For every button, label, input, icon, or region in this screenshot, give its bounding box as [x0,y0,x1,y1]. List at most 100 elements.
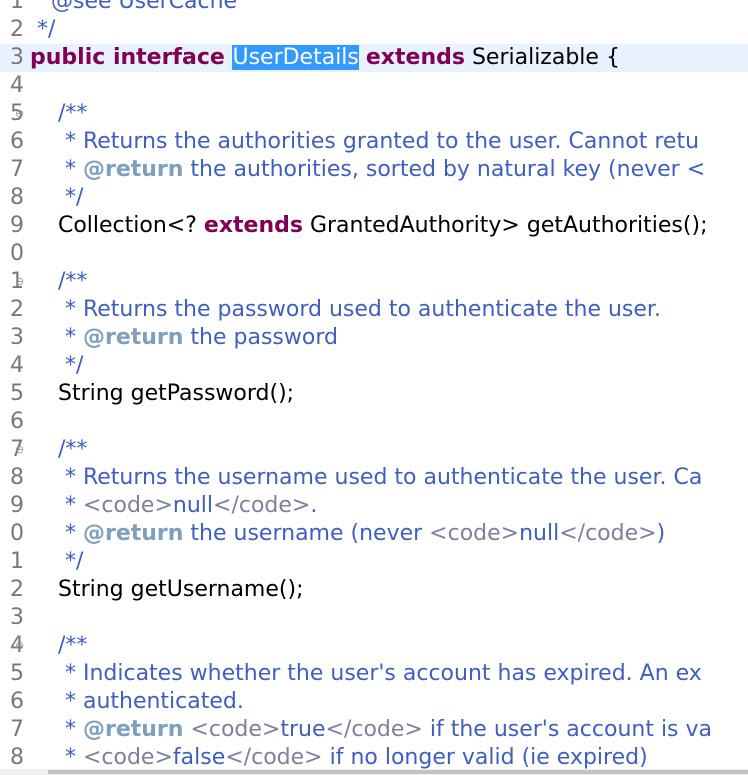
code-text: * @return the password [30,324,338,352]
line-number: 3 [10,605,24,630]
code-line[interactable]: 0 [0,240,748,268]
code-line[interactable]: 5 ⊖ /** [0,100,748,128]
line-gutter: 8 [0,184,30,212]
code-token: </code> [325,717,423,742]
code-token: * Returns the password used to authentic… [30,297,661,322]
line-number: 6 [10,129,24,154]
line-gutter: 4 [0,72,30,100]
line-number: 8 [10,745,24,770]
line-number: 3 [10,325,24,350]
code-text: * Indicates whether the user's account h… [30,660,702,688]
collapse-icon[interactable]: ⊖ [15,108,25,119]
code-token: /** [30,269,88,294]
code-text: * @return <code>true</code> if the user'… [30,716,712,744]
line-gutter: 2 [0,296,30,324]
code-editor[interactable]: 1 @see UserCache 2 */3 public interface Us… [0,0,748,775]
code-text: @see UserCache [30,0,237,16]
code-line[interactable]: 8 */ [0,184,748,212]
line-gutter: 3 [0,44,30,72]
code-token: null [172,493,214,518]
horizontal-scrollbar[interactable] [0,769,748,775]
code-token: @return [82,157,184,182]
code-token: Collection<? [30,213,204,238]
line-number: 1 [10,549,24,574]
line-number: 6 [10,689,24,714]
line-gutter: 5 ⊖ [0,100,30,128]
code-token: String getUsername(); [30,577,304,602]
code-line[interactable]: 2 * Returns the password used to authent… [0,296,748,324]
code-text: * <code>false</code> if no longer valid … [30,744,648,772]
code-line[interactable]: 2 String getUsername(); [0,576,748,604]
code-text: * @return the username (never <code>null… [30,520,665,548]
code-line[interactable]: 4 ⊖ /** [0,632,748,660]
code-token: * Indicates whether the user's account h… [30,661,702,686]
code-token: the authorities, sorted by natural key (… [183,157,706,182]
code-token: <code> [190,717,281,742]
collapse-icon[interactable]: ⊖ [15,444,25,455]
code-line[interactable]: 9 * <code>null</code>. [0,492,748,520]
line-number: 4 [10,353,24,378]
line-gutter: 6 [0,408,30,436]
line-number: 5 [10,661,24,686]
code-line[interactable]: 9 Collection<? extends GrantedAuthority>… [0,212,748,240]
code-line[interactable]: 7 * @return the authorities, sorted by n… [0,156,748,184]
line-gutter: 4 [0,352,30,380]
code-token: /** [30,437,88,462]
line-gutter: 7 ⊖ [0,436,30,464]
code-line[interactable]: 0 * @return the username (never <code>nu… [0,520,748,548]
line-gutter: 6 [0,128,30,156]
code-token: true [280,717,326,742]
line-gutter: 1 ⊖ [0,268,30,296]
line-gutter: 1 [0,548,30,576]
code-line[interactable]: 6 * Returns the authorities granted to t… [0,128,748,156]
line-gutter: 9 [0,492,30,520]
code-line[interactable]: 1 @see UserCache [0,0,748,16]
code-token: the username (never [183,521,430,546]
code-token: @return [82,521,184,546]
code-text: */ [30,16,55,44]
code-token: * Returns the authorities granted to the… [30,129,700,154]
code-token: if the user's account is va [422,717,713,742]
line-gutter: 7 [0,156,30,184]
code-line[interactable]: 5 * Indicates whether the user's account… [0,660,748,688]
line-gutter: 5 [0,660,30,688]
code-token: * [30,717,83,742]
line-gutter: 8 [0,464,30,492]
collapse-icon[interactable]: ⊖ [15,276,25,287]
line-number: 2 [10,577,24,602]
code-text: /** [30,632,87,660]
line-number: 8 [10,185,24,210]
code-token: * [30,157,83,182]
code-token: public interface [30,45,233,70]
code-line[interactable]: 4 [0,72,748,100]
line-gutter: 6 [0,688,30,716]
collapse-icon[interactable]: ⊖ [15,640,25,651]
code-token: <code> [429,521,520,546]
line-gutter: 3 [0,604,30,632]
code-line[interactable]: 7 * @return <code>true</code> if the use… [0,716,748,744]
code-line[interactable]: 6 [0,408,748,436]
code-token: Serializable { [464,45,620,70]
code-line[interactable]: 4 */ [0,352,748,380]
code-line[interactable]: 7 ⊖ /** [0,436,748,464]
code-token: if no longer valid (ie expired) [322,745,648,770]
code-line[interactable]: 3 * @return the password [0,324,748,352]
code-text: /** [30,436,87,464]
code-token: GrantedAuthority> getAuthorities(); [302,213,708,238]
code-token: * [30,521,83,546]
code-line[interactable]: 8 * Returns the username used to authent… [0,464,748,492]
code-line[interactable]: 3 [0,604,748,632]
line-number: 0 [10,521,24,546]
code-line[interactable]: 1 ⊖ /** [0,268,748,296]
code-line[interactable]: 6 * authenticated. [0,688,748,716]
code-line[interactable]: 5 String getPassword(); [0,380,748,408]
scrollbar-thumb[interactable] [48,770,748,774]
code-line[interactable]: 3 public interface UserDetails extends Se… [0,44,748,72]
selected-text: UserDetails [232,45,359,70]
code-line[interactable]: 1 */ [0,548,748,576]
line-number: 2 [10,17,24,42]
code-line[interactable]: 8 * <code>false</code> if no longer vali… [0,744,748,772]
code-text: String getPassword(); [30,380,294,408]
code-line[interactable]: 2 */ [0,16,748,44]
